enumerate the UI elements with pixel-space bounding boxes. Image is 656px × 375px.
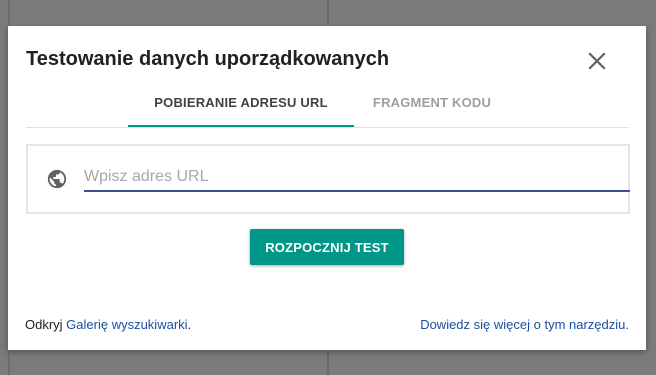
url-input[interactable] xyxy=(84,164,630,192)
close-icon xyxy=(588,52,606,70)
globe-icon xyxy=(47,169,67,189)
tab-bar: POBIERANIE ADRESU URL FRAGMENT KODU xyxy=(26,86,629,128)
url-input-panel xyxy=(26,144,630,214)
footer-suffix: . xyxy=(187,317,192,332)
tab-fetch-url[interactable]: POBIERANIE ADRESU URL xyxy=(128,86,354,127)
learn-more-link[interactable]: Dowiedz się więcej o tym narzędziu. xyxy=(420,317,629,332)
tab-code-snippet[interactable]: FRAGMENT KODU xyxy=(358,86,506,125)
footer-prefix: Odkryj xyxy=(25,317,67,332)
search-gallery-link[interactable]: Galerię wyszukiwarki xyxy=(66,317,187,332)
close-button[interactable] xyxy=(584,48,610,74)
structured-data-test-dialog: Testowanie danych uporządkowanych POBIER… xyxy=(8,26,646,350)
footer-learn-more: Dowiedz się więcej o tym narzędziu. xyxy=(420,317,629,332)
dialog-title: Testowanie danych uporządkowanych xyxy=(26,48,390,70)
run-test-button[interactable]: ROZPOCZNIJ TEST xyxy=(250,229,404,265)
footer-gallery-text: Odkryj Galerię wyszukiwarki. xyxy=(25,317,191,332)
